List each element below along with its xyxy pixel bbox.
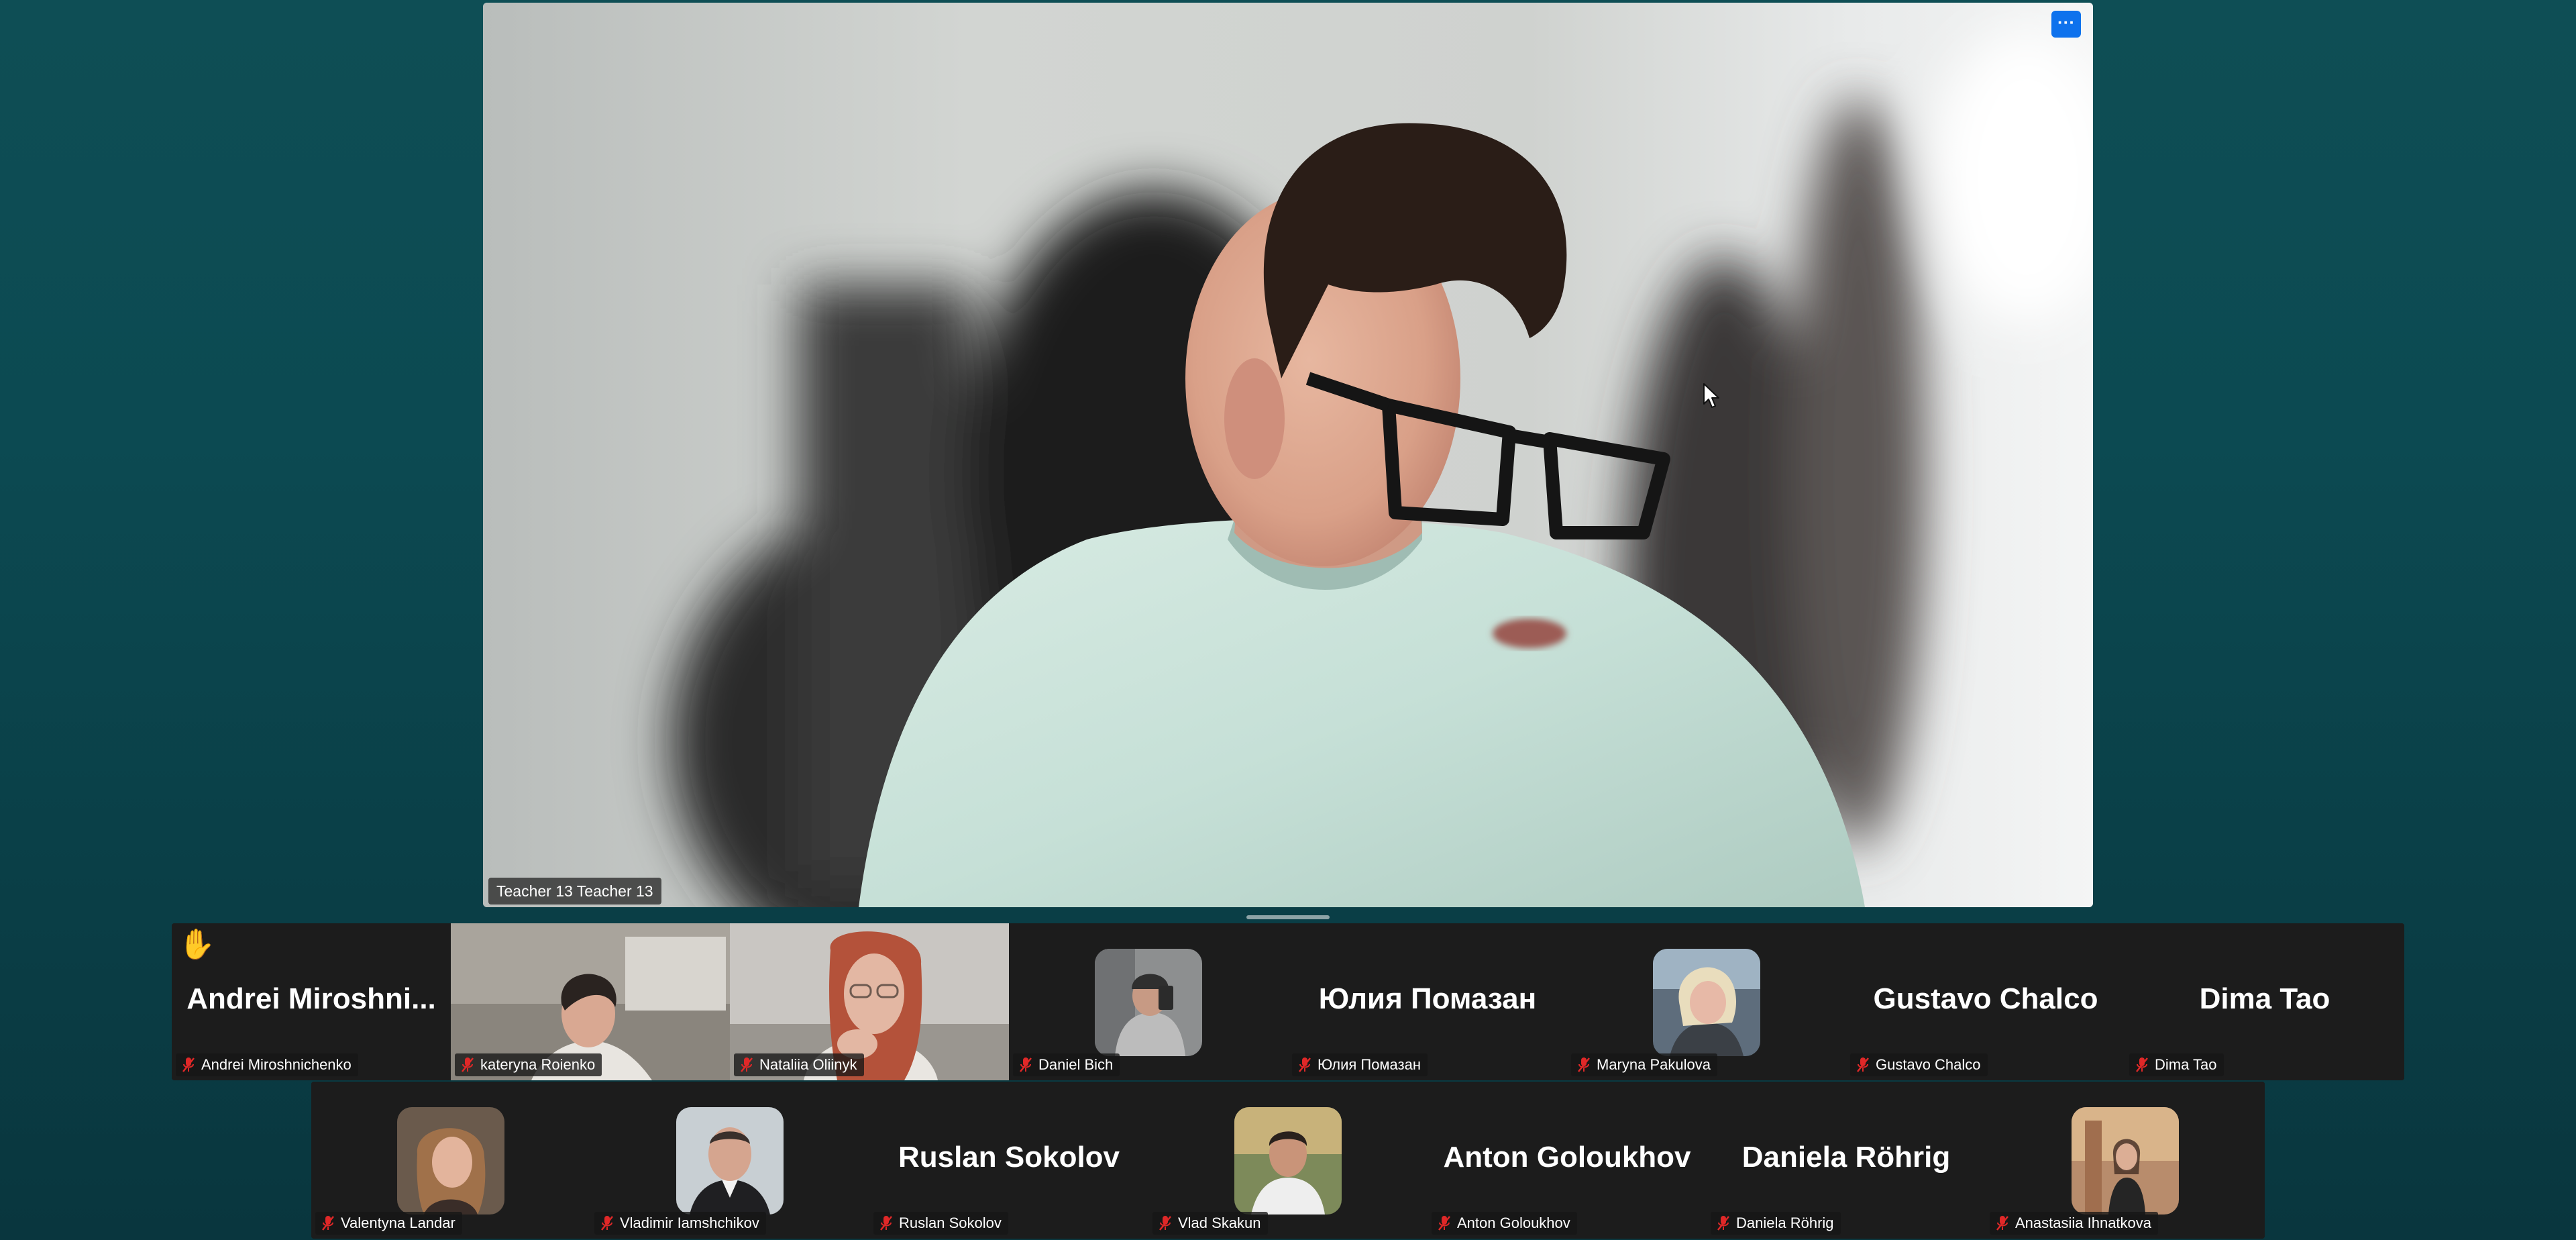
participant-tile[interactable]: Daniel Bich <box>1009 923 1288 1080</box>
mic-muted-icon <box>741 1057 753 1072</box>
participant-label: Dima Tao <box>2129 1053 2224 1076</box>
more-options-button[interactable]: ··· <box>2051 11 2081 38</box>
participant-label: Gustavo Chalco <box>1850 1053 1988 1076</box>
participant-name: Daniela Röhrig <box>1736 1215 1834 1231</box>
participant-label: Valentyna Landar <box>315 1212 462 1235</box>
participant-name: kateryna Roienko <box>480 1056 596 1073</box>
participant-tile[interactable]: ✋ Andrei Miroshni... Andrei Miroshnichen… <box>172 923 451 1080</box>
participant-display-name: Dima Tao <box>2199 982 2330 1015</box>
raised-hand-icon: ✋ <box>178 928 215 961</box>
participant-avatar <box>1095 949 1202 1056</box>
mic-muted-icon <box>1717 1216 1729 1231</box>
participant-label: Ruslan Sokolov <box>873 1212 1008 1235</box>
mic-muted-icon <box>462 1057 474 1072</box>
participant-label: Daniel Bich <box>1013 1053 1120 1076</box>
participant-avatar <box>397 1107 504 1215</box>
participant-label: kateryna Roienko <box>455 1053 602 1076</box>
participant-display-name: Andrei Miroshni... <box>186 982 436 1015</box>
participant-tile[interactable]: Daniela Röhrig Daniela Röhrig <box>1707 1082 1986 1239</box>
gallery-strip-bottom: Valentyna Landar Vladimir Iamshchikov Ru… <box>311 1082 2265 1239</box>
active-speaker-video[interactable]: ··· Teacher 13 Teacher 13 <box>483 3 2093 907</box>
participant-name: Valentyna Landar <box>341 1215 455 1231</box>
participant-name: Daniel Bich <box>1038 1056 1114 1073</box>
mic-muted-icon <box>1438 1216 1450 1231</box>
mic-muted-icon <box>1578 1057 1590 1072</box>
participant-label: Vlad Skakun <box>1152 1212 1268 1235</box>
participant-tile[interactable]: Gustavo Chalco Gustavo Chalco <box>1846 923 2125 1080</box>
mic-muted-icon <box>601 1216 613 1231</box>
participant-avatar <box>676 1107 784 1215</box>
participant-label: Vladimir Iamshchikov <box>594 1212 766 1235</box>
participant-name: Gustavo Chalco <box>1876 1056 1981 1073</box>
gallery-resize-handle[interactable] <box>1246 915 1330 919</box>
mic-muted-icon <box>1020 1057 1032 1072</box>
participant-display-name: Ruslan Sokolov <box>898 1141 1120 1174</box>
participant-label: Anton Goloukhov <box>1432 1212 1577 1235</box>
participant-avatar <box>1234 1107 1342 1215</box>
participant-name: Ruslan Sokolov <box>899 1215 1002 1231</box>
participant-tile[interactable]: Anastasiia Ihnatkova <box>1986 1082 2265 1239</box>
speaker-name-label: Teacher 13 Teacher 13 <box>488 878 661 905</box>
participant-tile[interactable]: Vlad Skakun <box>1148 1082 1428 1239</box>
participant-tile[interactable]: Maryna Pakulova <box>1567 923 1846 1080</box>
participant-label: Maryna Pakulova <box>1571 1053 1717 1076</box>
participant-name: Nataliia Oliinyk <box>759 1056 857 1073</box>
mouse-cursor-icon <box>1703 383 1719 408</box>
participant-avatar <box>1653 949 1760 1056</box>
participant-label: Nataliia Oliinyk <box>734 1053 864 1076</box>
participant-tile[interactable]: Юлия Помазан Юлия Помазан <box>1288 923 1567 1080</box>
mic-muted-icon <box>2136 1057 2148 1072</box>
participant-name: Andrei Miroshnichenko <box>201 1056 352 1073</box>
participant-tile[interactable]: Nataliia Oliinyk <box>730 923 1009 1080</box>
participant-display-name: Anton Goloukhov <box>1443 1141 1691 1174</box>
participant-display-name: Gustavo Chalco <box>1873 982 2098 1015</box>
participant-name: Dima Tao <box>2155 1056 2217 1073</box>
participant-tile[interactable]: Valentyna Landar <box>311 1082 590 1239</box>
mic-muted-icon <box>322 1216 334 1231</box>
participant-tile[interactable]: kateryna Roienko <box>451 923 730 1080</box>
participant-label: Юлия Помазан <box>1292 1053 1428 1076</box>
participant-name: Maryna Pakulova <box>1597 1056 1711 1073</box>
mic-muted-icon <box>1299 1057 1311 1072</box>
participant-name: Vlad Skakun <box>1178 1215 1261 1231</box>
participant-name: Anton Goloukhov <box>1457 1215 1570 1231</box>
participant-tile[interactable]: Dima Tao Dima Tao <box>2125 923 2404 1080</box>
participant-display-name: Юлия Помазан <box>1318 982 1537 1015</box>
participant-avatar <box>2072 1107 2179 1215</box>
participant-display-name: Daniela Röhrig <box>1741 1141 1951 1174</box>
participant-label: Andrei Miroshnichenko <box>176 1053 358 1076</box>
gallery-strip-top: ✋ Andrei Miroshni... Andrei Miroshnichen… <box>172 923 2404 1080</box>
speaker-video-feed <box>483 3 2093 907</box>
participant-label: Daniela Röhrig <box>1711 1212 1841 1235</box>
participant-label: Anastasiia Ihnatkova <box>1990 1212 2159 1235</box>
mic-muted-icon <box>182 1057 195 1072</box>
participant-name: Vladimir Iamshchikov <box>620 1215 759 1231</box>
mic-muted-icon <box>1159 1216 1171 1231</box>
participant-tile[interactable]: Anton Goloukhov Anton Goloukhov <box>1428 1082 1707 1239</box>
participant-tile[interactable]: Vladimir Iamshchikov <box>590 1082 869 1239</box>
participant-tile[interactable]: Ruslan Sokolov Ruslan Sokolov <box>869 1082 1148 1239</box>
participant-name: Юлия Помазан <box>1318 1056 1421 1073</box>
mic-muted-icon <box>880 1216 892 1231</box>
mic-muted-icon <box>1857 1057 1869 1072</box>
mic-muted-icon <box>1996 1216 2008 1231</box>
participant-name: Anastasiia Ihnatkova <box>2015 1215 2152 1231</box>
